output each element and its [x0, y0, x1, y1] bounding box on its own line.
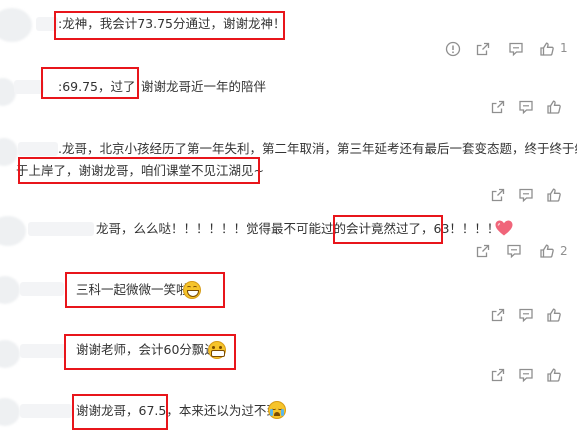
highlight-box — [18, 157, 260, 184]
share-icon[interactable] — [489, 98, 507, 116]
highlight-box — [72, 394, 168, 430]
username[interactable] — [28, 222, 94, 236]
highlight-box — [64, 334, 236, 370]
username[interactable] — [20, 344, 66, 358]
warning-icon[interactable] — [444, 40, 462, 58]
thumb-up-icon[interactable] — [538, 242, 556, 260]
like-count: 1 — [560, 41, 568, 55]
share-icon[interactable] — [489, 306, 507, 324]
comment-icon[interactable] — [517, 366, 535, 384]
avatar[interactable] — [0, 276, 20, 304]
thumb-up-icon[interactable] — [545, 98, 563, 116]
avatar[interactable] — [0, 8, 32, 42]
comment-icon[interactable] — [517, 186, 535, 204]
comment-icon[interactable] — [517, 306, 535, 324]
share-icon[interactable] — [474, 40, 492, 58]
heart-sticker-icon — [495, 220, 513, 236]
comment-icon[interactable] — [517, 98, 535, 116]
thumb-up-icon[interactable] — [545, 306, 563, 324]
comment-icon[interactable] — [507, 40, 525, 58]
avatar[interactable] — [0, 398, 20, 426]
thumb-up-icon[interactable] — [545, 366, 563, 384]
like-count: 2 — [560, 244, 568, 258]
comment-text: 谢谢龙哥近一年的陪伴 — [141, 79, 267, 94]
highlight-box — [54, 11, 285, 40]
username[interactable] — [20, 282, 64, 296]
highlight-box — [333, 215, 443, 244]
comment-text-line1: .龙哥，北京小孩经历了第一年失利，第二年取消，第三年延考还有最后一套变态题，终于… — [58, 141, 577, 156]
comment-icon[interactable] — [505, 242, 523, 260]
share-icon[interactable] — [489, 366, 507, 384]
avatar[interactable] — [0, 340, 20, 368]
share-icon[interactable] — [474, 242, 492, 260]
share-icon[interactable] — [489, 186, 507, 204]
comment-text: 龙哥，么么哒！！！！！！觉得最不可能过的会计竟然过了，63！！！！！ — [96, 221, 512, 236]
username[interactable] — [18, 142, 58, 156]
thumb-up-icon[interactable] — [545, 186, 563, 204]
username[interactable] — [14, 80, 44, 94]
crying-emoji-icon — [268, 401, 286, 419]
highlight-box — [41, 67, 139, 99]
avatar[interactable] — [0, 216, 26, 246]
thumb-up-icon[interactable] — [538, 40, 556, 58]
highlight-box — [65, 272, 225, 308]
username[interactable] — [20, 404, 72, 418]
